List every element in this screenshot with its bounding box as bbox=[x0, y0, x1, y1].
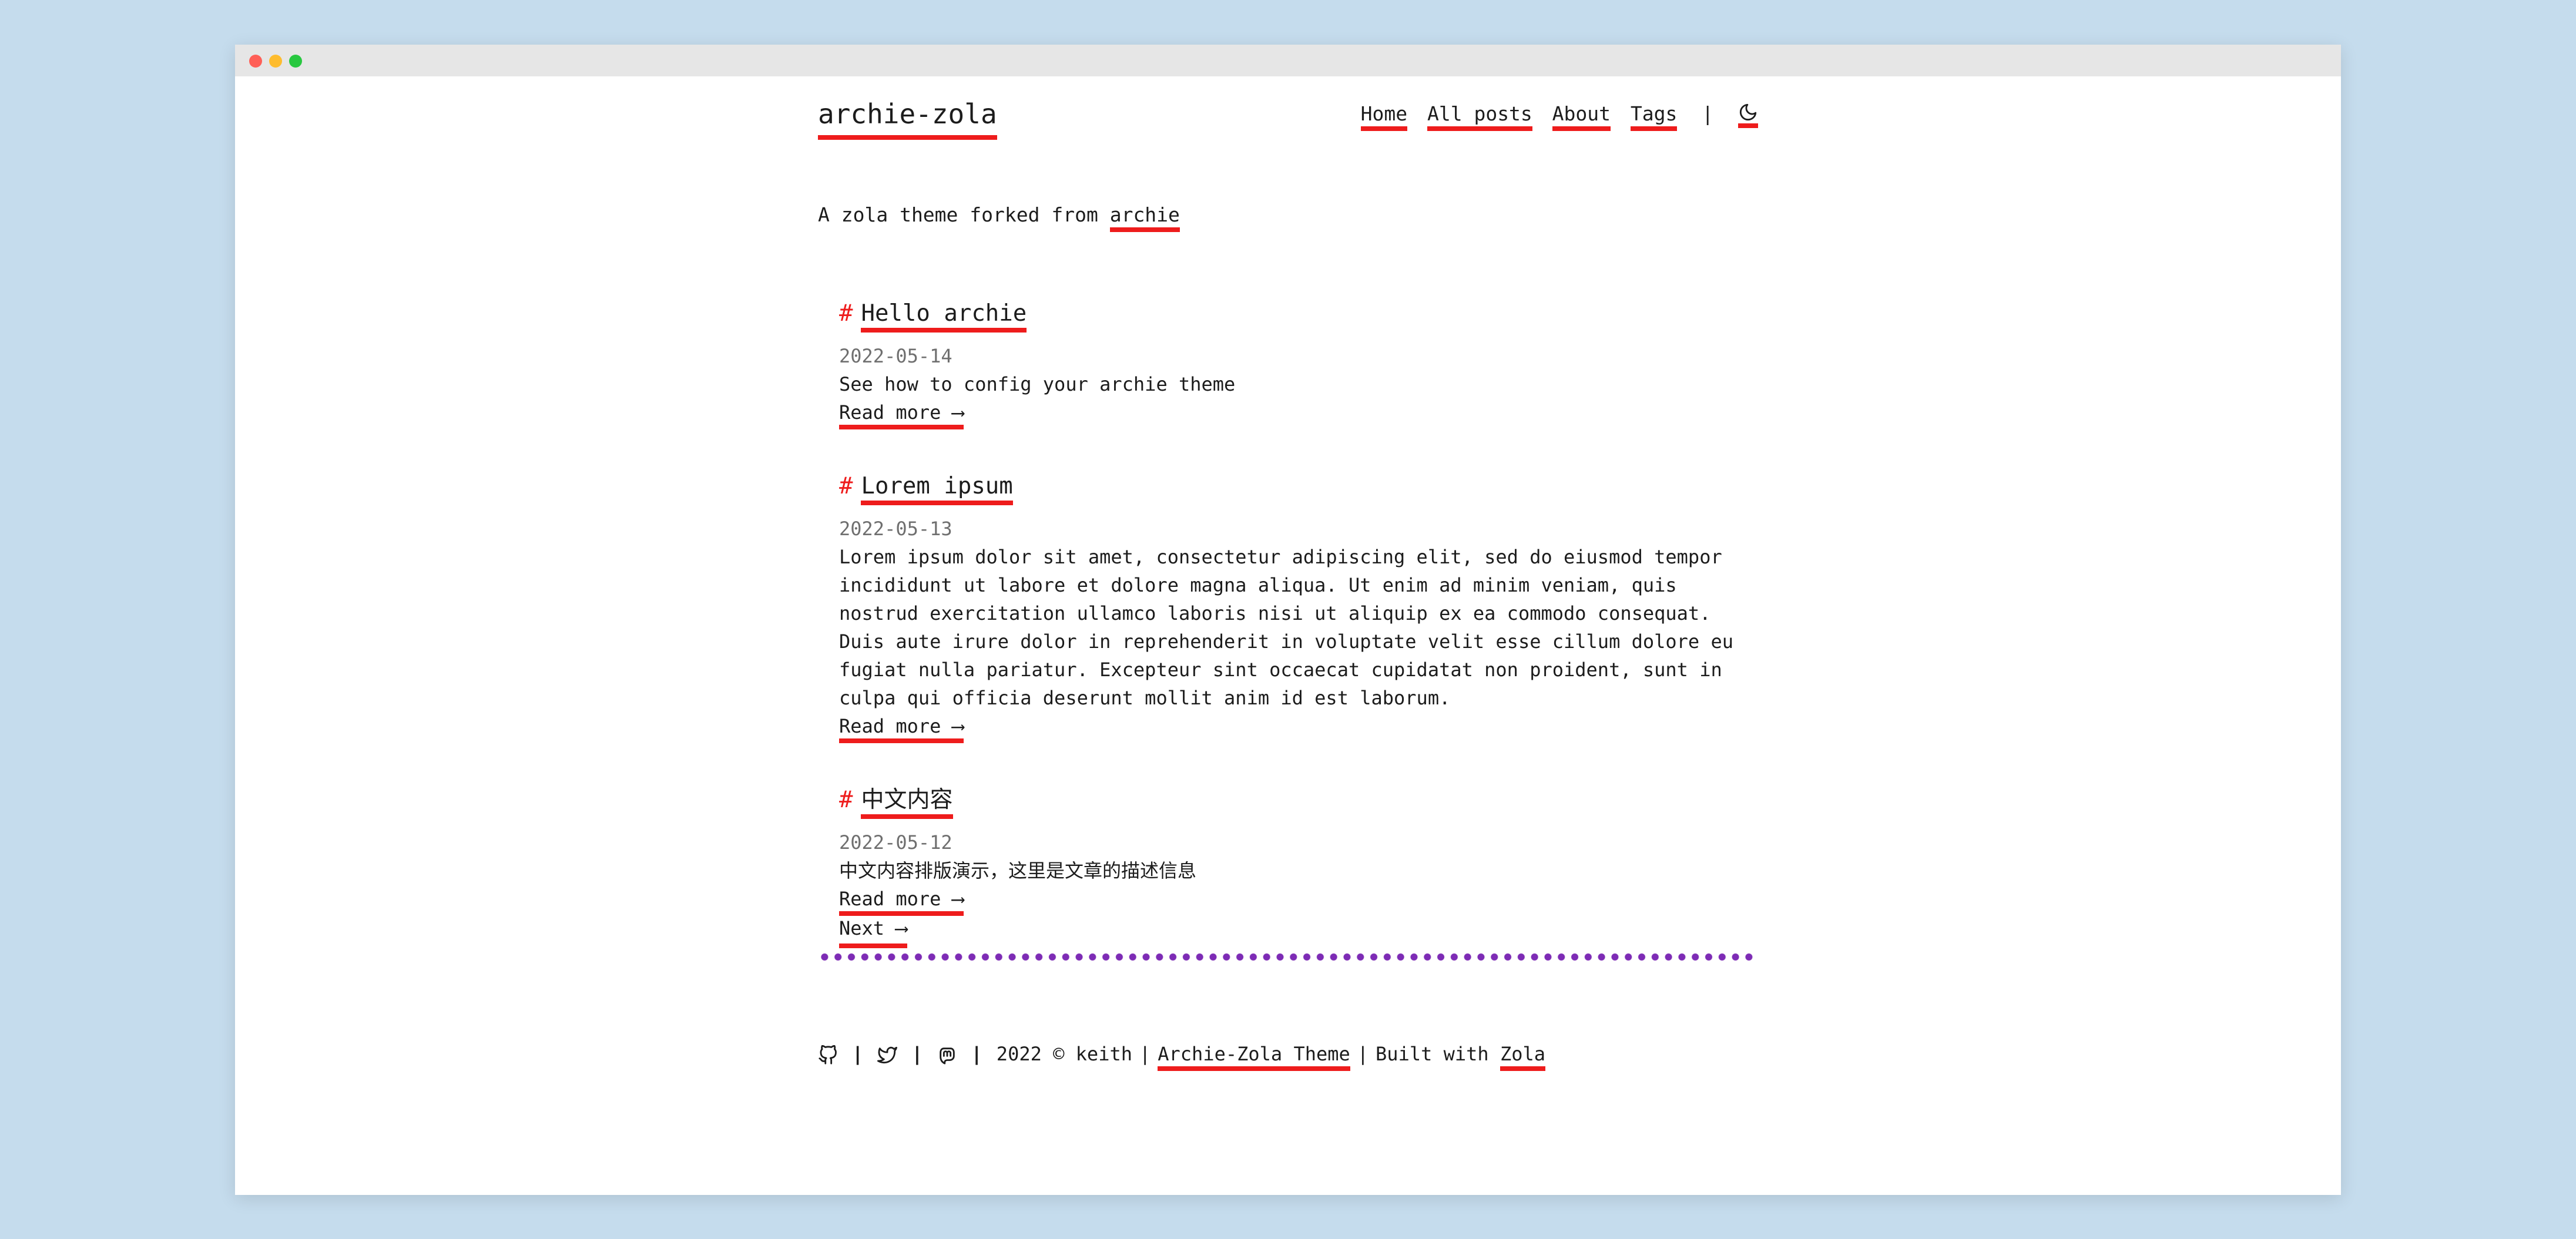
post-summary: See how to config your archie theme bbox=[839, 373, 1236, 395]
post-hash-marker: # bbox=[839, 300, 853, 327]
mastodon-link[interactable] bbox=[937, 1045, 957, 1065]
nav-tags-link[interactable]: Tags bbox=[1630, 102, 1678, 131]
post-hash-marker: # bbox=[839, 787, 853, 813]
github-link[interactable] bbox=[818, 1045, 838, 1065]
close-window-button[interactable] bbox=[249, 55, 262, 68]
footer-pipe: | bbox=[1139, 1043, 1151, 1065]
post-date: 2022-05-14 bbox=[839, 345, 952, 367]
post-date: 2022-05-13 bbox=[839, 518, 952, 540]
archie-link[interactable]: archie bbox=[1109, 203, 1180, 232]
site-footer: | | | 2022 © keith | Archie-Zola Theme | Buil… bbox=[818, 1037, 1758, 1071]
footer-divider bbox=[818, 953, 1758, 961]
main-nav: Home All posts About Tags | bbox=[1353, 98, 1758, 131]
footer-copyright: 2022 © keith bbox=[996, 1043, 1132, 1065]
maximize-window-button[interactable] bbox=[289, 55, 302, 68]
read-more-link[interactable]: Read more ⟶ bbox=[839, 401, 964, 429]
minimize-window-button[interactable] bbox=[269, 55, 282, 68]
post-title: # Lorem ipsum bbox=[839, 469, 1758, 505]
archie-zola-theme-link[interactable]: Archie-Zola Theme bbox=[1158, 1043, 1350, 1071]
nav-all-posts-link[interactable]: All posts bbox=[1427, 102, 1532, 131]
post-item: # Lorem ipsum 2022-05-13 Lorem ipsum dolo… bbox=[839, 469, 1758, 743]
nav-home-link[interactable]: Home bbox=[1360, 102, 1408, 131]
theme-toggle-button[interactable] bbox=[1738, 102, 1758, 128]
footer-built-with: Built with bbox=[1376, 1043, 1489, 1065]
read-more-link[interactable]: Read more ⟶ bbox=[839, 888, 964, 916]
post-item: # 中文内容 2022-05-12 中文内容排版演示，这里是文章的描述信息 Rea… bbox=[839, 783, 1758, 916]
post-title: # Hello archie bbox=[839, 296, 1758, 333]
post-summary: 中文内容排版演示，这里是文章的描述信息 bbox=[839, 859, 1197, 882]
site-tagline: A zola theme forked from archie bbox=[818, 199, 1180, 232]
tagline-text: A zola theme forked from bbox=[818, 203, 1110, 226]
post-item: # Hello archie 2022-05-14 See how to conf… bbox=[839, 296, 1758, 429]
post-hash-marker: # bbox=[839, 473, 853, 499]
nav-about-link[interactable]: About bbox=[1552, 102, 1611, 131]
post-summary: Lorem ipsum dolor sit amet, consectetur … bbox=[839, 546, 1733, 709]
nav-separator: | bbox=[1702, 102, 1714, 125]
twitter-link[interactable] bbox=[877, 1045, 898, 1065]
github-icon bbox=[819, 1045, 837, 1065]
next-page-link[interactable]: Next ⟶ bbox=[839, 914, 907, 948]
post-title-link[interactable]: 中文内容 bbox=[861, 787, 953, 819]
post-title: # 中文内容 bbox=[839, 783, 1758, 819]
site-header: archie-zola Home All posts About Tags | … bbox=[818, 76, 1758, 232]
moon-icon bbox=[1739, 103, 1757, 120]
twitter-icon bbox=[877, 1046, 898, 1064]
mastodon-icon bbox=[939, 1047, 955, 1065]
window-titlebar bbox=[235, 45, 2341, 76]
post-title-link[interactable]: Lorem ipsum bbox=[861, 473, 1013, 505]
browser-window: archie-zola Home All posts About Tags | … bbox=[235, 45, 2341, 1195]
site-title-link[interactable]: archie-zola bbox=[818, 94, 997, 140]
read-more-link[interactable]: Read more ⟶ bbox=[839, 715, 964, 743]
post-title-link[interactable]: Hello archie bbox=[861, 300, 1027, 333]
footer-separator: | bbox=[852, 1043, 864, 1065]
footer-separator: | bbox=[971, 1043, 982, 1065]
post-date: 2022-05-12 bbox=[839, 831, 952, 854]
zola-link[interactable]: Zola bbox=[1500, 1043, 1546, 1071]
footer-separator: | bbox=[911, 1043, 923, 1065]
footer-pipe: | bbox=[1357, 1043, 1369, 1065]
